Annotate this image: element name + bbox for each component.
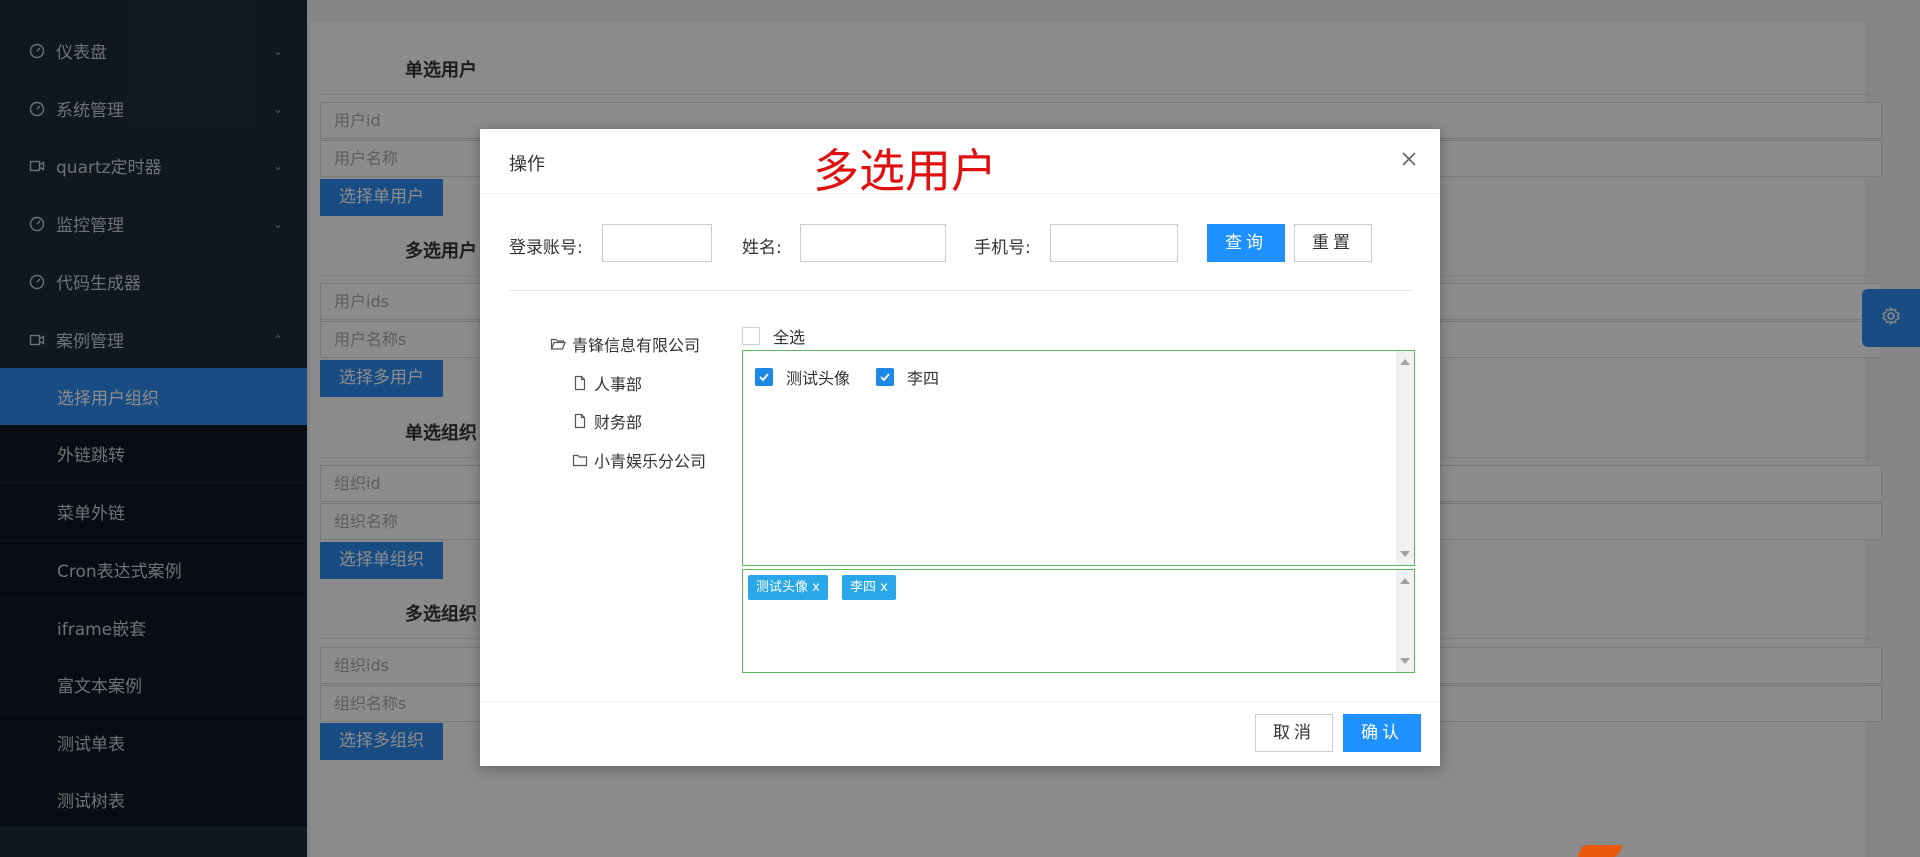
name-label: 姓名: [742, 238, 782, 258]
search-button[interactable]: 查询 [1207, 224, 1285, 262]
scroll-up-icon[interactable] [1400, 359, 1410, 365]
checkbox-checked [755, 368, 773, 386]
user-list: 测试头像 李四 [742, 350, 1415, 566]
phone-input[interactable] [1050, 224, 1178, 262]
reset-button[interactable]: 重置 [1294, 224, 1372, 262]
name-input[interactable] [800, 224, 946, 262]
tree-node-hr[interactable]: 人事部 [572, 371, 642, 395]
modal-annotation: 多选用户 [813, 144, 997, 198]
checkbox-unchecked [742, 327, 760, 345]
account-input[interactable] [602, 224, 712, 262]
scrollbar[interactable] [1396, 570, 1414, 672]
select-users-modal: 操作 多选用户 登录账号: 姓名: 手机号: 查询 重置 青锋信息有限公司 人事… [480, 129, 1440, 766]
tree-node-entertainment[interactable]: 小青娱乐分公司 [572, 448, 706, 472]
phone-label: 手机号: [974, 238, 1031, 258]
scroll-down-icon[interactable] [1400, 551, 1410, 557]
file-icon [572, 413, 588, 429]
tree-node-label: 小青娱乐分公司 [594, 452, 707, 471]
user-name: 测试头像 [786, 369, 851, 388]
tree-node-label: 人事部 [594, 375, 643, 394]
modal-header: 操作 多选用户 [480, 129, 1440, 198]
corner-accent [1576, 845, 1624, 857]
file-icon [572, 375, 588, 391]
user-checkbox-item[interactable]: 测试头像 [755, 365, 850, 389]
account-label: 登录账号: [509, 238, 583, 258]
user-name: 李四 [907, 369, 940, 388]
cancel-button[interactable]: 取消 [1255, 714, 1333, 752]
select-all-label: 全选 [773, 328, 806, 347]
select-all-checkbox[interactable]: 全选 [742, 324, 805, 348]
tree-node-finance[interactable]: 财务部 [572, 409, 642, 433]
scrollbar[interactable] [1396, 351, 1414, 565]
tree-node-label: 青锋信息有限公司 [572, 336, 701, 355]
modal-title: 操作 [509, 154, 545, 175]
close-button[interactable] [1395, 147, 1423, 175]
query-divider [509, 290, 1412, 291]
confirm-button[interactable]: 确认 [1343, 714, 1421, 752]
selected-tag[interactable]: 李四 x [842, 575, 896, 600]
close-icon [1401, 151, 1417, 171]
folder-icon [572, 452, 588, 468]
scroll-down-icon[interactable] [1400, 658, 1410, 664]
scroll-up-icon[interactable] [1400, 578, 1410, 584]
tree-node-label: 财务部 [594, 413, 643, 432]
selected-users-box: 测试头像 x 李四 x [742, 569, 1415, 673]
user-checkbox-item[interactable]: 李四 [876, 365, 939, 389]
modal-footer: 取消 确认 [480, 701, 1440, 766]
selected-tag[interactable]: 测试头像 x [748, 575, 828, 600]
checkbox-checked [876, 368, 894, 386]
tree-node-root[interactable]: 青锋信息有限公司 [550, 332, 700, 356]
folder-open-icon [550, 336, 566, 352]
